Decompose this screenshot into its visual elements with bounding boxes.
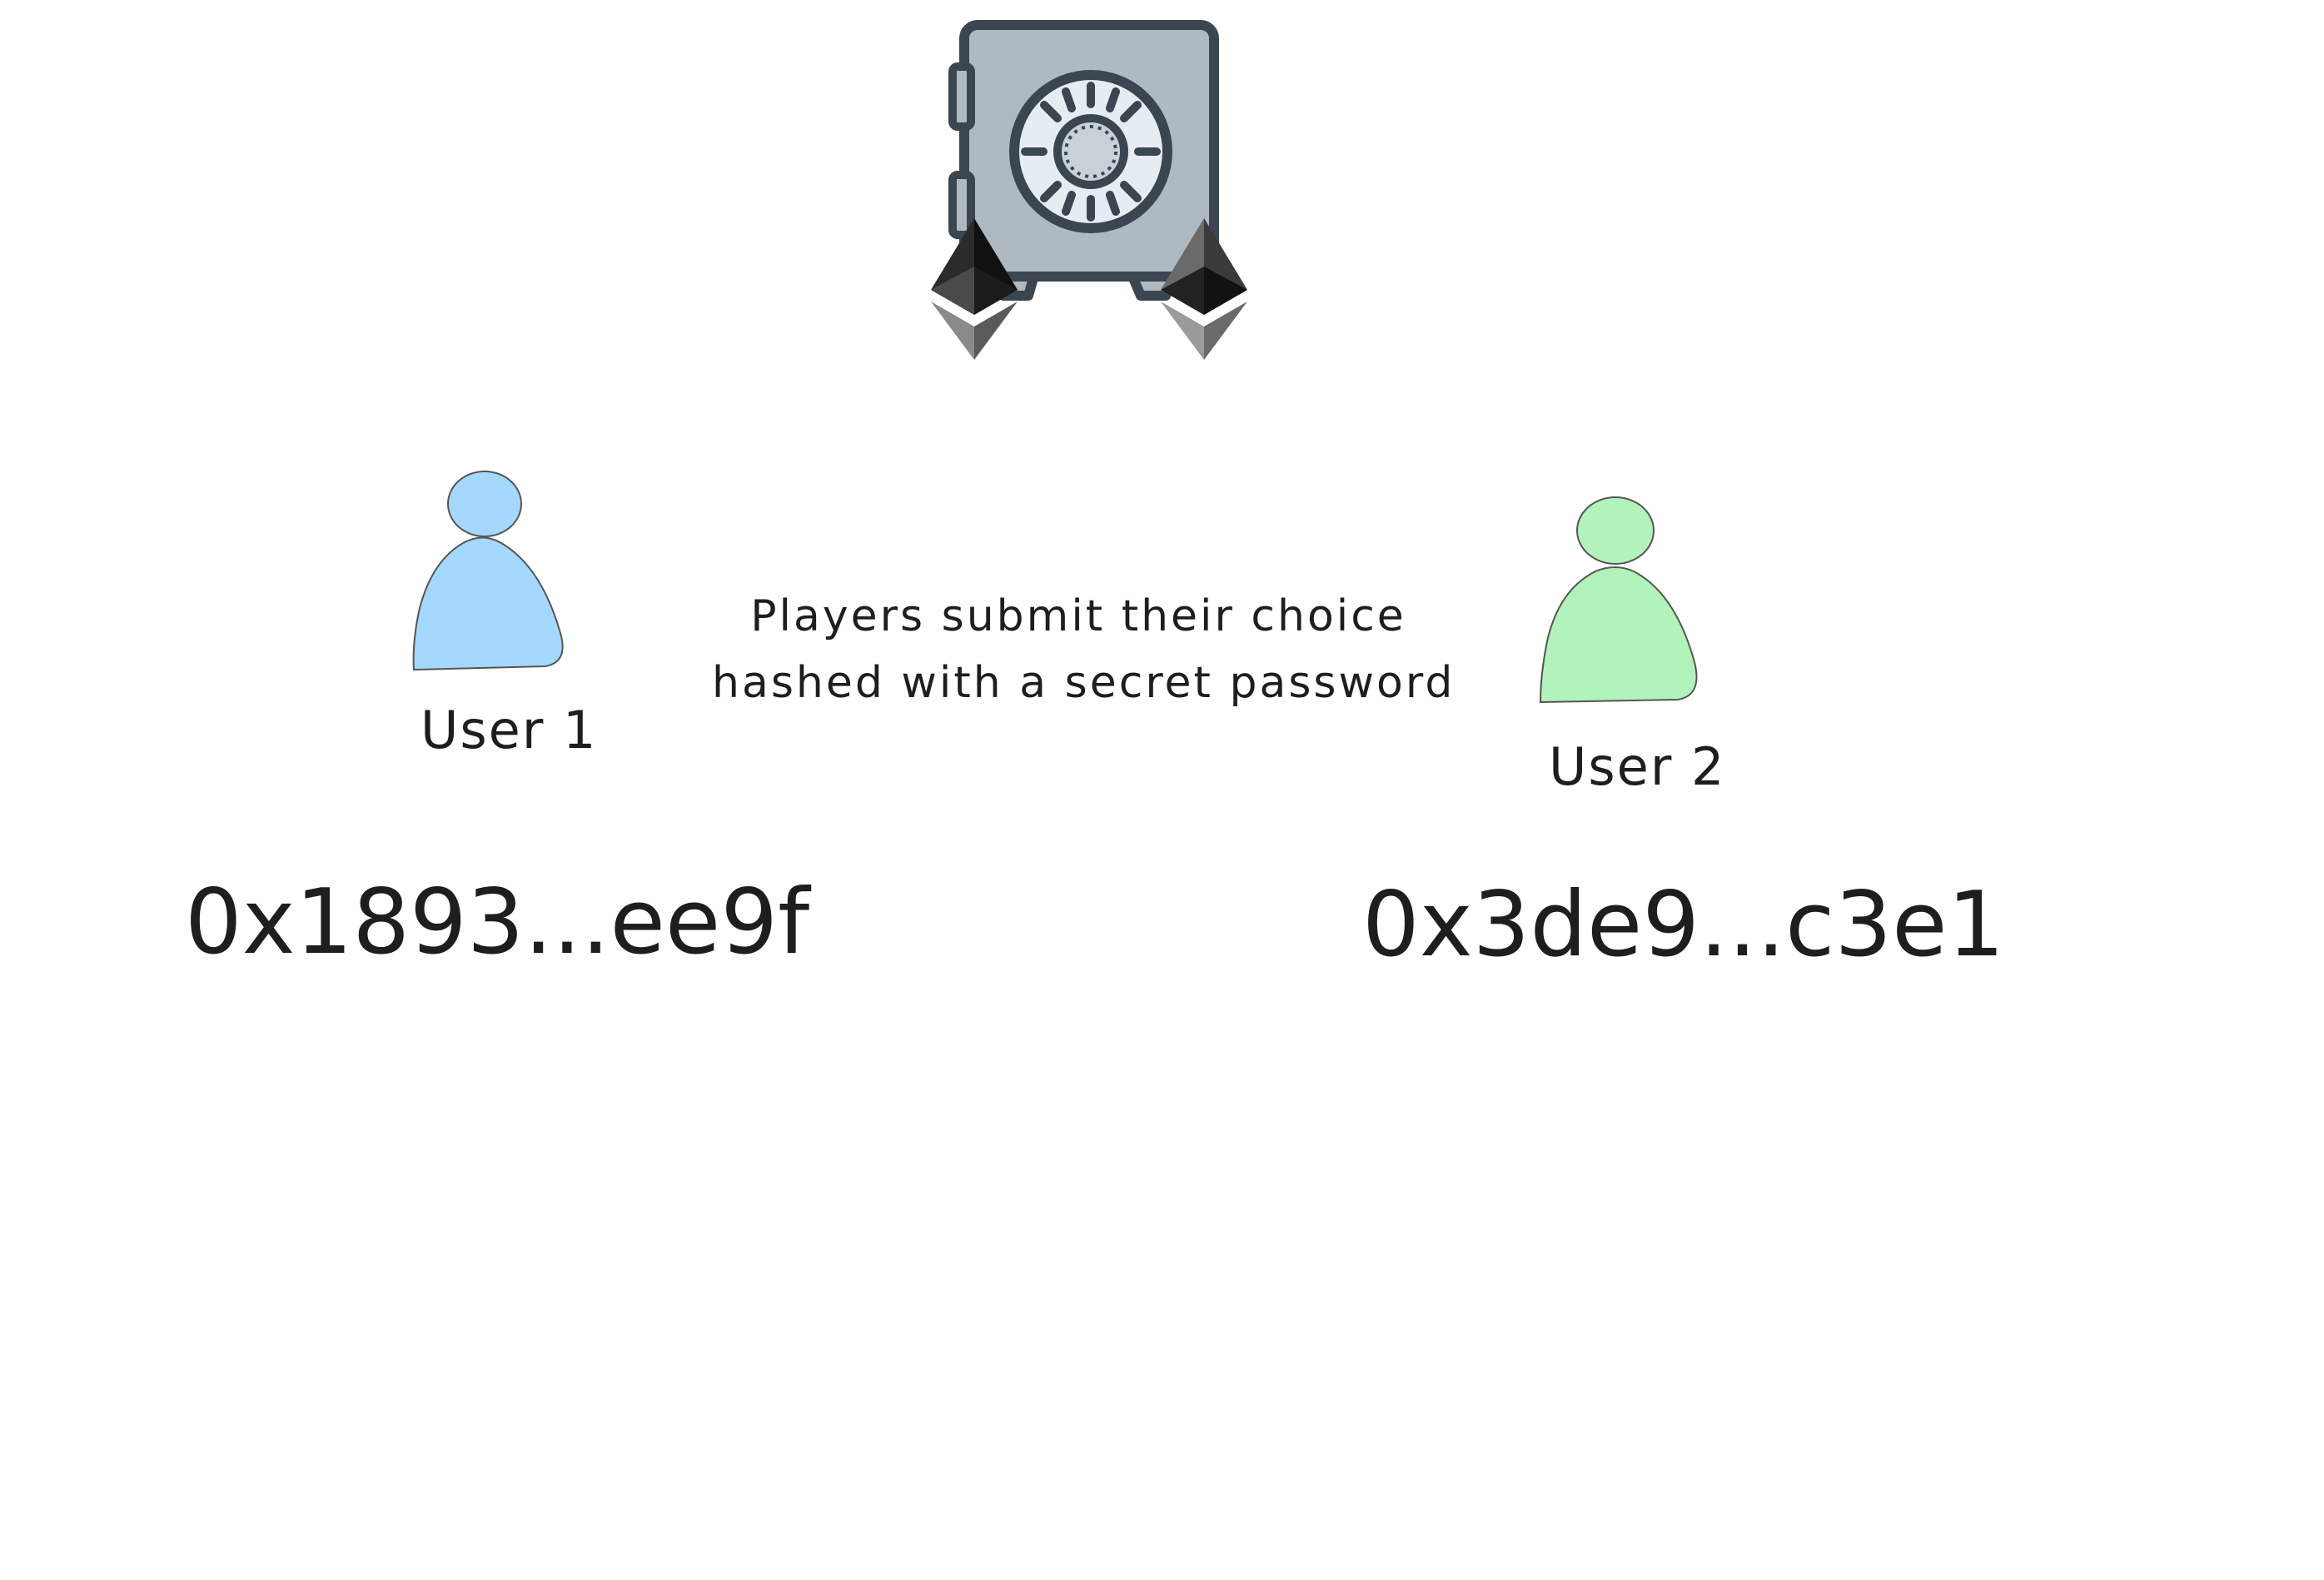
user-1-figure [412,471,564,671]
diagram-caption: Players submit their choice hashed with … [712,583,1456,716]
user-2-label: User 2 [1549,736,1726,797]
caption-line-1: Players submit their choice [750,591,1406,641]
user-2-address: 0x3de9...c3e1 [1362,873,2005,977]
user-1-label: User 1 [421,700,598,760]
caption-line-2: hashed with a secret password [712,658,1456,708]
diagram-canvas [412,20,1698,704]
user-2-figure [1539,496,1698,704]
user-1-address: 0x1893...ee9f [185,870,810,974]
